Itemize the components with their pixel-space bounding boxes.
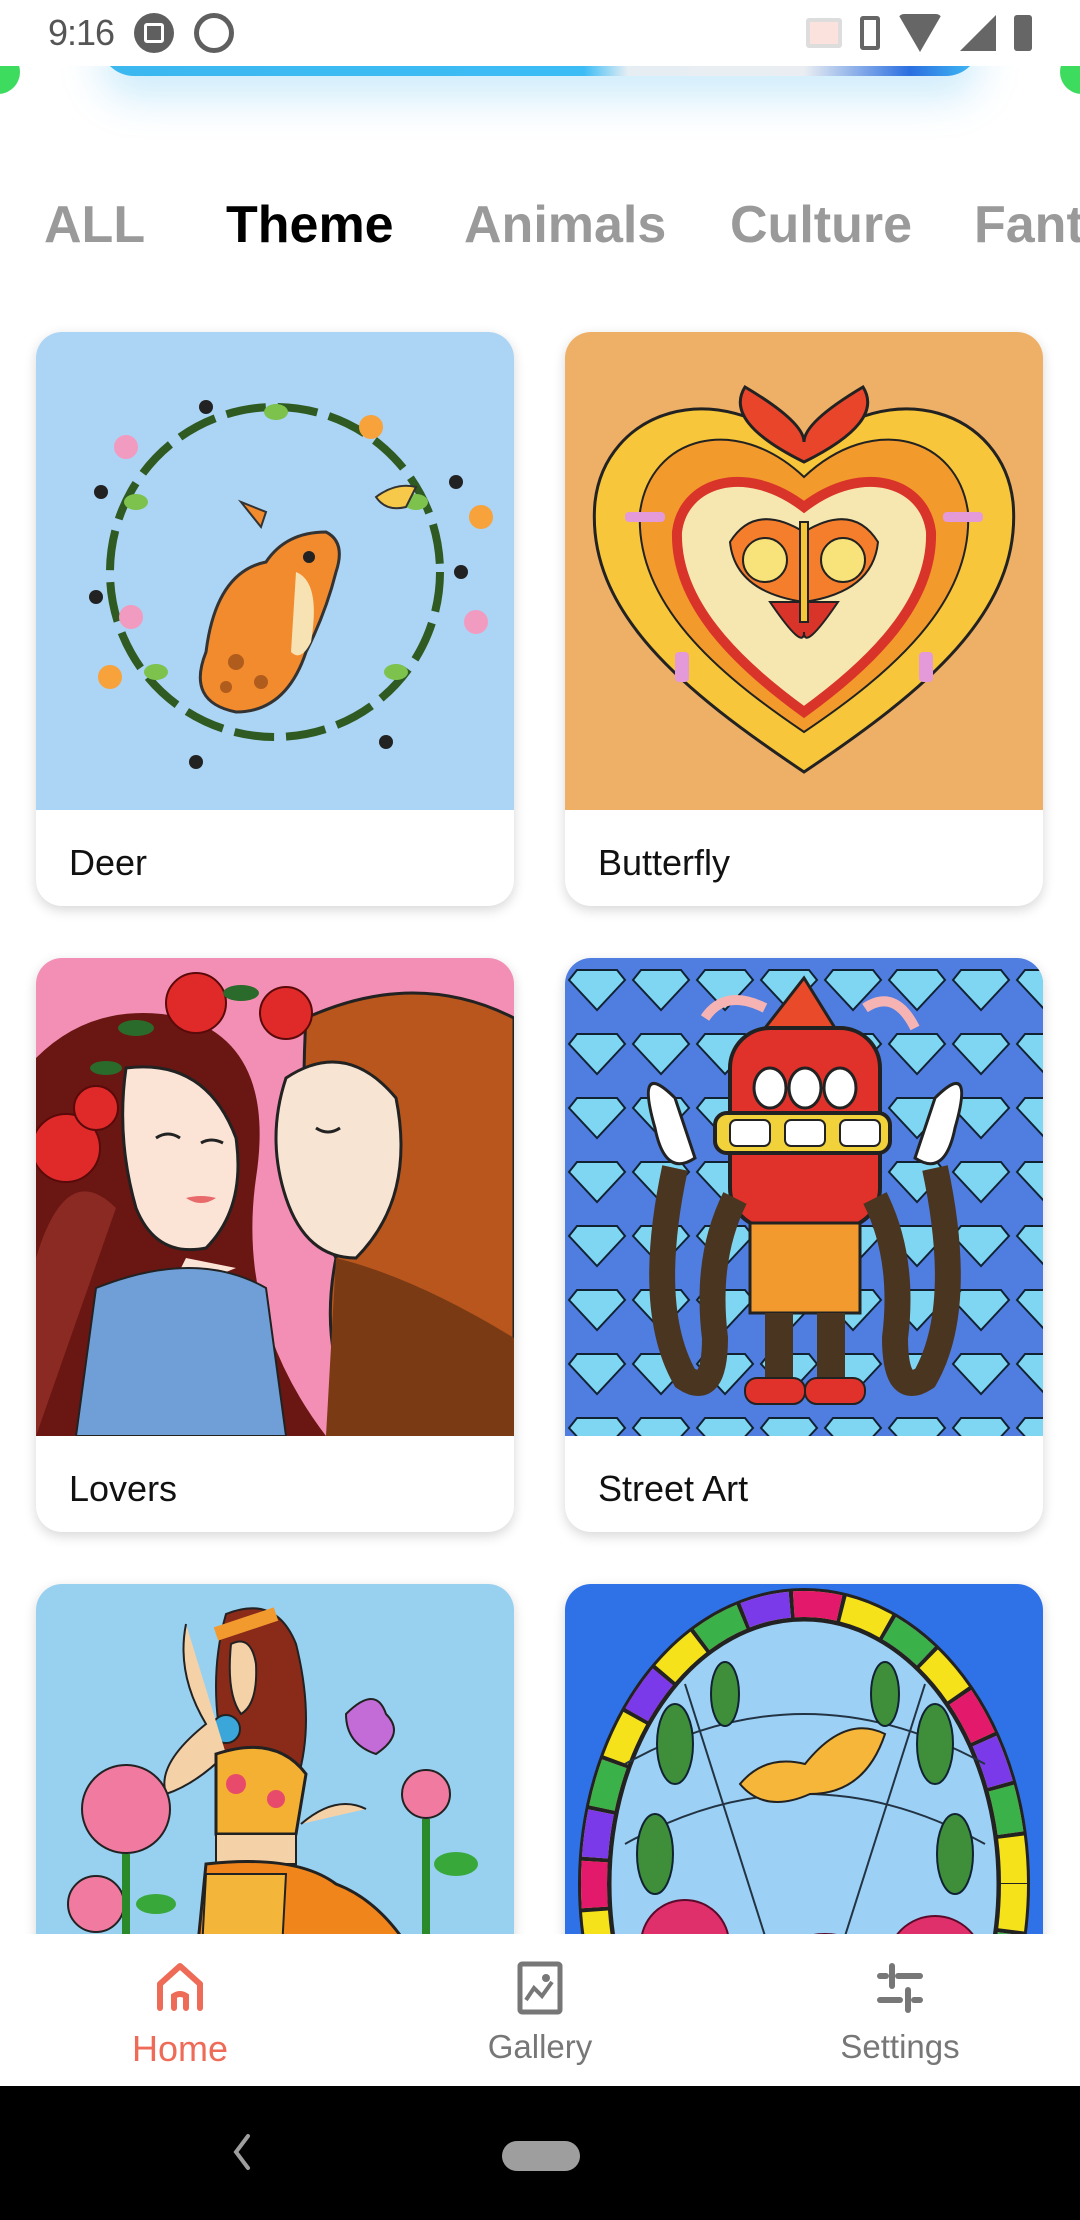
wifi-icon [898,14,942,52]
battery-charging-icon [1014,15,1032,51]
screenshot-edit-icon [134,13,175,53]
vibrate-icon [860,16,880,50]
card-title: Deer [69,842,148,883]
category-tabs: ALL Theme Animals Culture Fant [0,190,1080,270]
tab-theme-label: Theme [226,196,394,254]
tab-animals[interactable]: Animals [464,190,666,260]
status-time: 9:16 [48,12,115,53]
cast-icon [806,18,842,48]
lovers-thumbnail [36,958,514,1436]
nav-gallery[interactable]: Gallery [360,1934,720,2086]
card-title: Butterfly [598,842,731,883]
screen: 9:16 ALL Theme Animals Culture Fant Deer… [0,0,1080,2220]
settings-sliders-icon [877,1963,923,2013]
card-deer[interactable]: Deer [36,332,514,906]
card-lovers[interactable]: Lovers [36,958,514,1532]
nav-settings[interactable]: Settings [720,1934,1080,2086]
nav-home[interactable]: Home [0,1934,360,2086]
card-butterfly[interactable]: Butterfly [565,332,1043,906]
data-saver-icon [194,13,235,53]
home-icon [157,1963,203,2011]
system-navigation-bar [0,2086,1080,2220]
card-title: Lovers [69,1468,178,1509]
tab-all[interactable]: ALL [44,190,145,260]
deer-thumbnail [36,332,514,810]
butterfly-thumbnail [565,332,1043,810]
bottom-navigation: Home Gallery Settings [0,1934,1080,2086]
status-bar: 9:16 [0,0,1080,66]
card-street-art[interactable]: Street Art [565,958,1043,1532]
tab-theme[interactable]: Theme [226,190,394,266]
tab-fantasy[interactable]: Fant [974,190,1080,260]
cell-signal-icon [960,15,996,51]
back-icon[interactable] [222,2130,262,2174]
nav-settings-label: Settings [840,2028,960,2065]
gallery-icon [517,1961,563,2015]
home-gesture-pill[interactable] [502,2141,580,2171]
card-title: Street Art [598,1468,749,1509]
nav-gallery-label: Gallery [487,2028,593,2065]
tab-culture[interactable]: Culture [730,190,912,260]
street-art-thumbnail [565,958,1043,1436]
nav-home-label: Home [131,2028,229,2069]
